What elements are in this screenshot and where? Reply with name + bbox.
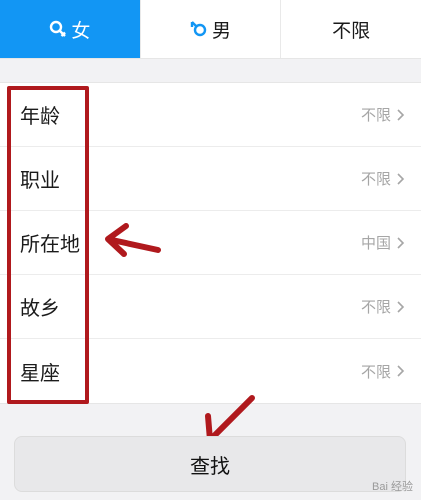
female-icon <box>50 20 67 37</box>
row-hometown[interactable]: 故乡 不限 <box>0 275 421 339</box>
chevron-right-icon <box>397 365 405 377</box>
row-location-label: 所在地 <box>20 232 80 256</box>
row-constellation[interactable]: 星座 不限 <box>0 339 421 403</box>
row-occupation-value-group: 不限 <box>361 168 405 189</box>
tab-female[interactable]: 女 <box>0 0 140 58</box>
tab-male-label: 男 <box>212 19 232 42</box>
filter-list: 年龄 不限 职业 不限 所在地 中国 故乡 不限 星座 不限 <box>0 82 421 404</box>
chevron-right-icon <box>397 172 405 185</box>
chevron-right-icon <box>397 108 405 121</box>
row-location-value-group: 中国 <box>361 232 405 253</box>
chevron-right-icon <box>397 300 405 313</box>
row-occupation[interactable]: 职业 不限 <box>0 147 421 211</box>
chevron-right-icon <box>397 236 405 249</box>
row-constellation-value-group: 不限 <box>361 361 405 382</box>
row-location-value: 中国 <box>360 234 391 252</box>
row-hometown-value-group: 不限 <box>361 296 405 317</box>
row-location[interactable]: 所在地 中国 <box>0 211 421 275</box>
male-icon <box>190 21 207 37</box>
tab-male[interactable]: 男 <box>139 0 281 58</box>
row-age-value-group: 不限 <box>361 104 405 125</box>
search-button[interactable]: 查找 <box>14 436 406 492</box>
tab-any[interactable]: 不限 <box>280 0 421 58</box>
row-age-label: 年龄 <box>20 104 60 128</box>
row-hometown-label: 故乡 <box>20 296 60 320</box>
row-age-value: 不限 <box>360 106 391 124</box>
tab-any-label: 不限 <box>332 19 371 42</box>
row-age[interactable]: 年龄 不限 <box>0 83 421 147</box>
row-constellation-label: 星座 <box>20 360 60 385</box>
row-constellation-value: 不限 <box>360 362 391 381</box>
row-occupation-value: 不限 <box>360 170 391 188</box>
row-occupation-label: 职业 <box>20 168 60 192</box>
gender-tabs: 女 男 不限 <box>0 0 421 59</box>
tab-female-label: 女 <box>71 19 91 42</box>
row-hometown-value: 不限 <box>360 298 391 316</box>
search-button-label: 查找 <box>190 453 230 478</box>
